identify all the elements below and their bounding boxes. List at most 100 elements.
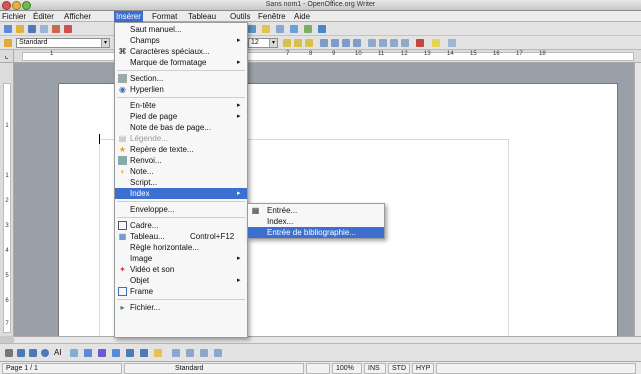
menu-item-saut-manuel[interactable]: Saut manuel... <box>115 24 247 35</box>
underline-icon[interactable] <box>305 39 313 47</box>
menu-fenetre[interactable]: Fenêtre <box>256 11 288 22</box>
menu-editer[interactable]: Éditer <box>31 11 56 22</box>
navigator-icon[interactable] <box>248 25 256 33</box>
justify-icon[interactable] <box>353 39 361 47</box>
bookmark-icon: ★ <box>118 145 127 154</box>
menu-item-champs[interactable]: Champs ▸ <box>115 35 247 46</box>
select-icon[interactable] <box>5 349 13 357</box>
menu-item-objet[interactable]: Objet ▸ <box>115 275 247 286</box>
zoom-level[interactable]: 100% <box>332 363 362 374</box>
menu-format[interactable]: Format <box>150 11 179 22</box>
hyperlink-icon: ◉ <box>119 85 126 94</box>
numbering-icon[interactable] <box>368 39 376 47</box>
rectangle-icon[interactable] <box>29 349 37 357</box>
menu-fichier[interactable]: Fichier <box>0 11 28 22</box>
new-document-icon[interactable] <box>4 25 12 33</box>
bullets-icon[interactable] <box>379 39 387 47</box>
tab-stop-selector[interactable]: ⌞ <box>0 50 14 63</box>
menu-item-tableau[interactable]: ▦ Tableau... Control+F12 <box>115 231 247 242</box>
page-style[interactable]: Standard <box>124 363 304 374</box>
zoom-icon[interactable] <box>304 25 312 33</box>
menu-item-index[interactable]: Index ▸ <box>115 188 247 199</box>
menu-item-marque-formatage[interactable]: Marque de formatage ▸ <box>115 57 247 68</box>
ruler-tick: 16 <box>493 51 500 57</box>
submenu-item-index[interactable]: Index... <box>248 216 384 227</box>
menu-item-video-son[interactable]: ✦ Vidéo et son <box>115 264 247 275</box>
menu-item-pied-de-page[interactable]: Pied de page ▸ <box>115 111 247 122</box>
menu-item-repere-de-texte[interactable]: ★ Repère de texte... <box>115 144 247 155</box>
vertical-scrollbar[interactable] <box>634 63 641 336</box>
horizontal-ruler[interactable]: 1 7 8 9 10 11 12 13 14 15 16 17 18 <box>14 50 641 63</box>
menu-item-script[interactable]: Script... <box>115 177 247 188</box>
align-right-icon[interactable] <box>342 39 350 47</box>
highlighting-icon[interactable] <box>432 39 440 47</box>
document-area <box>14 63 634 336</box>
submenu-item-bibliographie[interactable]: Entrée de bibliographie... <box>248 227 384 238</box>
menu-item-cadre[interactable]: Cadre... <box>115 220 247 231</box>
text-tool-icon[interactable]: AI <box>54 348 62 357</box>
menu-inserer[interactable]: Insérer <box>114 11 143 22</box>
line-icon[interactable] <box>17 349 25 357</box>
submenu-item-entree[interactable]: ▦ Entrée... <box>248 205 384 216</box>
email-icon[interactable] <box>40 25 48 33</box>
menu-item-section[interactable]: Section... <box>115 73 247 84</box>
menu-item-hyperlien[interactable]: ◉ Hyperlien <box>115 84 247 95</box>
from-file-icon[interactable] <box>200 349 208 357</box>
fontwork-icon[interactable] <box>186 349 194 357</box>
gallery-icon[interactable] <box>262 25 270 33</box>
italic-icon[interactable] <box>294 39 302 47</box>
stars-icon[interactable] <box>154 349 162 357</box>
horizontal-scrollbar[interactable] <box>14 336 641 343</box>
increase-indent-icon[interactable] <box>401 39 409 47</box>
menu-bar: Fichier Éditer Afficher Insérer Format T… <box>0 11 641 22</box>
align-left-icon[interactable] <box>320 39 328 47</box>
menu-tableau[interactable]: Tableau <box>186 11 218 22</box>
callouts-icon[interactable] <box>140 349 148 357</box>
font-color-icon[interactable] <box>416 39 424 47</box>
edit-file-icon[interactable] <box>52 25 60 33</box>
export-pdf-icon[interactable] <box>64 25 72 33</box>
vertical-ruler[interactable]: 1 1 2 3 4 5 6 7 <box>0 63 14 336</box>
menu-item-regle-horizontale[interactable]: Règle horizontale... <box>115 242 247 253</box>
menu-item-en-tete[interactable]: En-tête ▸ <box>115 100 247 111</box>
menu-item-fichier[interactable]: ▸ Fichier... <box>115 302 247 313</box>
submenu-arrow-icon: ▸ <box>237 255 241 262</box>
extrusion-icon[interactable] <box>214 349 222 357</box>
ellipse-icon[interactable] <box>41 349 49 357</box>
nonprinting-chars-icon[interactable] <box>290 25 298 33</box>
page-indicator[interactable]: Page 1 / 1 <box>2 363 122 374</box>
menu-item-caracteres-speciaux[interactable]: ⌘ Caractères spéciaux... <box>115 46 247 57</box>
block-arrows-icon[interactable] <box>112 349 120 357</box>
font-size-select[interactable]: 12 ▾ <box>248 38 278 48</box>
paragraph-style-select[interactable]: Standard ▾ <box>16 38 110 48</box>
save-icon[interactable] <box>28 25 36 33</box>
insert-mode[interactable]: INS <box>364 363 386 374</box>
menu-item-note[interactable]: ◗ Note... <box>115 166 247 177</box>
flowchart-icon[interactable] <box>126 349 134 357</box>
symbol-shapes-icon[interactable] <box>98 349 106 357</box>
selection-mode[interactable]: STD <box>388 363 410 374</box>
help-icon[interactable] <box>318 25 326 33</box>
menu-outils[interactable]: Outils <box>228 11 252 22</box>
menu-afficher[interactable]: Afficher <box>62 11 93 22</box>
submenu-arrow-icon: ▸ <box>237 102 241 109</box>
basic-shapes-icon[interactable] <box>84 349 92 357</box>
menu-item-renvoi[interactable]: Renvoi... <box>115 155 247 166</box>
menu-item-image[interactable]: Image ▸ <box>115 253 247 264</box>
menu-aide[interactable]: Aide <box>292 11 312 22</box>
callout-icon[interactable] <box>70 349 78 357</box>
insert-menu: Saut manuel... Champs ▸ ⌘ Caractères spéci… <box>114 22 248 338</box>
decrease-indent-icon[interactable] <box>390 39 398 47</box>
menu-item-enveloppe[interactable]: Enveloppe... <box>115 204 247 215</box>
background-color-icon[interactable] <box>448 39 456 47</box>
open-icon[interactable] <box>16 25 24 33</box>
menu-item-label: Entrée... <box>267 206 298 215</box>
datasource-icon[interactable] <box>276 25 284 33</box>
bold-icon[interactable] <box>283 39 291 47</box>
points-icon[interactable] <box>172 349 180 357</box>
menu-item-note-bas-de-page[interactable]: Note de bas de page... <box>115 122 247 133</box>
align-center-icon[interactable] <box>331 39 339 47</box>
hyperlink-mode[interactable]: HYP <box>412 363 434 374</box>
styles-icon[interactable] <box>4 39 12 47</box>
menu-item-frame[interactable]: Frame <box>115 286 247 297</box>
